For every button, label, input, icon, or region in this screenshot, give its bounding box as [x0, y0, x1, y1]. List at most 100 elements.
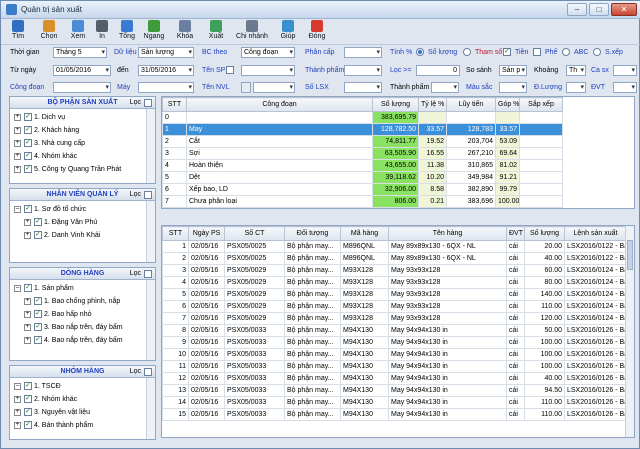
panel-scrollbar[interactable]	[146, 378, 155, 439]
detail-col-header[interactable]: Tên hàng	[388, 226, 507, 241]
tree-item[interactable]: – ✓ 1. TSCĐ	[14, 382, 61, 394]
toolbar-select-button[interactable]: Chọn	[36, 20, 62, 44]
tree-checkbox[interactable]: ✓	[34, 310, 42, 319]
tree-checkbox[interactable]: ✓	[24, 421, 32, 430]
summary-col-header[interactable]: Số lượng	[372, 97, 419, 112]
summary-row[interactable]: 1 May 128,782.50 33.57 128,783 33.57	[162, 123, 563, 136]
tree-item[interactable]: + ✓ 2. Nhóm khác	[14, 395, 77, 407]
detail-row[interactable]: 10 02/05/16 PSX05/0033 Bộ phận may... M94X13…	[162, 348, 627, 361]
expand-icon[interactable]: +	[24, 231, 31, 239]
so-lsx-select[interactable]	[344, 82, 382, 93]
toolbar-export-button[interactable]: Xuất	[205, 20, 227, 44]
so-sanh-select[interactable]: Sản p	[499, 65, 527, 76]
expand-icon[interactable]: +	[24, 310, 31, 318]
den-input[interactable]: 31/05/2016	[138, 65, 194, 76]
summary-col-header[interactable]: Góp %	[495, 97, 520, 112]
detail-row[interactable]: 14 02/05/16 PSX05/0033 Bộ phận may... M94X13…	[162, 396, 627, 409]
detail-col-header[interactable]: Ngày PS	[188, 226, 225, 241]
detail-scrollbar[interactable]	[625, 226, 634, 437]
tree-item[interactable]: + ✓ 2. Khách hàng	[14, 126, 79, 138]
expand-icon[interactable]: +	[24, 323, 31, 331]
tree-item[interactable]: + ✓ 1. Dịch vụ	[14, 113, 65, 125]
detail-col-header[interactable]: STT	[162, 226, 189, 241]
loc-input[interactable]: 0	[416, 65, 460, 76]
detail-grid[interactable]: STT Ngày PS Số CT Đối tượng Mã hàng Tên hàng Đ…	[161, 225, 635, 438]
summary-col-header[interactable]: STT	[162, 97, 187, 112]
summary-col-header[interactable]: Sắp xếp	[519, 97, 563, 112]
summary-row[interactable]: 5 Dệt 39,118.62 10.20 349,984 91.21	[162, 171, 563, 184]
detail-row[interactable]: 12 02/05/16 PSX05/0033 Bộ phận may... M94X13…	[162, 372, 627, 385]
tree-checkbox[interactable]: ✓	[24, 152, 32, 161]
expand-icon[interactable]: +	[14, 421, 21, 429]
toolbar-horizontal-button[interactable]: Ngang	[142, 20, 166, 44]
summary-row[interactable]: 0 383,695.79	[162, 111, 563, 124]
tree-item[interactable]: + ✓ 2. Bao hấp nhỏ	[24, 310, 92, 322]
tree-checkbox[interactable]: ✓	[24, 113, 32, 122]
detail-row[interactable]: 7 02/05/16 PSX05/0029 Bộ phận may... M93X128…	[162, 312, 627, 325]
toolbar-sum-button[interactable]: Tổng	[117, 20, 137, 44]
toolbar-help-button[interactable]: Giúp	[277, 20, 299, 44]
mau-sac-select[interactable]	[499, 82, 527, 93]
expand-icon[interactable]: –	[14, 284, 21, 292]
detail-row[interactable]: 9 02/05/16 PSX05/0033 Bộ phận may... M94X130…	[162, 336, 627, 349]
tree-item[interactable]: + ✓ 3. Nguyên vật liệu	[14, 408, 90, 420]
expand-icon[interactable]: +	[24, 218, 31, 226]
detail-col-header[interactable]: Đối tượng	[284, 226, 341, 241]
panel-filter-checkbox[interactable]	[144, 270, 152, 278]
tree-item[interactable]: + ✓ 1. Bao chống phình, nắp	[24, 297, 120, 309]
detail-scroll-thumb[interactable]	[627, 240, 633, 270]
title-bar[interactable]: Quản trị sản xuất – □ ✕	[1, 1, 640, 19]
thoi-gian-select[interactable]: Tháng 5	[53, 47, 107, 58]
close-button[interactable]: ✕	[611, 3, 637, 16]
phe-checkbox[interactable]	[533, 48, 541, 56]
tree-item[interactable]: – ✓ 1. Sản phẩm	[14, 284, 74, 296]
toolbar-lock-button[interactable]: Khóa	[174, 20, 196, 44]
toolbar-branch-button[interactable]: Chi nhánh	[232, 20, 272, 44]
detail-col-header[interactable]: Lệnh sản xuất	[564, 226, 627, 241]
toolbar-power-button[interactable]: Đóng	[306, 20, 328, 44]
minimize-button[interactable]: –	[567, 3, 587, 16]
tinh-pct-radio[interactable]	[416, 48, 424, 56]
tree-checkbox[interactable]: ✓	[24, 382, 32, 391]
detail-row[interactable]: 15 02/05/16 PSX05/0033 Bộ phận may... M94X13…	[162, 408, 627, 421]
ca-sx-select[interactable]	[613, 65, 637, 76]
summary-grid[interactable]: STT Công đoạn Số lượng Tỷ lệ % Lũy tiến Góp %…	[161, 96, 635, 209]
expand-icon[interactable]: +	[14, 126, 21, 134]
thanh-pham2-select[interactable]	[431, 82, 459, 93]
tree-checkbox[interactable]: ✓	[24, 395, 32, 404]
summary-row[interactable]: 6 Xếp bao, LD 32,906.00 8.58 382,890 99.79	[162, 183, 563, 196]
ten-nvl-select[interactable]	[253, 82, 295, 93]
detail-row[interactable]: 8 02/05/16 PSX05/0033 Bộ phận may... M94X130…	[162, 324, 627, 337]
toolbar-search-button[interactable]: Tìm	[6, 20, 30, 44]
expand-icon[interactable]: +	[24, 297, 31, 305]
tree-item[interactable]: + ✓ 4. Bán thành phẩm	[14, 421, 93, 433]
toolbar-view-button[interactable]: Xem	[67, 20, 89, 44]
tree-item[interactable]: + ✓ 4. Nhóm khác	[14, 152, 77, 164]
bc-theo-select[interactable]: Công đoạn	[241, 47, 295, 58]
tree-item[interactable]: + ✓ 2. Danh Vinh Khải	[24, 231, 100, 243]
panel-scrollbar[interactable]	[146, 109, 155, 183]
sxep-radio[interactable]	[593, 48, 601, 56]
detail-col-header[interactable]: ĐVT	[506, 226, 525, 241]
expand-icon[interactable]: –	[14, 205, 21, 213]
toolbar-printer-button[interactable]: In	[94, 20, 110, 44]
expand-icon[interactable]: –	[14, 382, 21, 390]
panel-scrollbar[interactable]	[146, 201, 155, 262]
tu-ngay-input[interactable]: 01/05/2016	[53, 65, 111, 76]
so-luong-radio[interactable]	[463, 48, 471, 56]
expand-icon[interactable]: +	[14, 408, 21, 416]
panel-filter-checkbox[interactable]	[144, 191, 152, 199]
phan-cap-select[interactable]	[344, 47, 382, 58]
cong-doan-select[interactable]	[53, 82, 111, 93]
ten-sp-select[interactable]	[241, 65, 295, 76]
detail-row[interactable]: 6 02/05/16 PSX05/0029 Bộ phận may... M93X128…	[162, 300, 627, 313]
expand-icon[interactable]: +	[14, 139, 21, 147]
detail-col-header[interactable]: Số lượng	[524, 226, 565, 241]
detail-row[interactable]: 11 02/05/16 PSX05/0033 Bộ phận may... M94X13…	[162, 360, 627, 373]
tree-checkbox[interactable]: ✓	[24, 284, 32, 293]
d-luong-select[interactable]	[566, 82, 586, 93]
tree-checkbox[interactable]: ✓	[34, 323, 42, 332]
detail-row[interactable]: 5 02/05/16 PSX05/0029 Bộ phận may... M93X128…	[162, 288, 627, 301]
thanh-pham-select[interactable]	[344, 65, 382, 76]
detail-col-header[interactable]: Mã hàng	[340, 226, 389, 241]
